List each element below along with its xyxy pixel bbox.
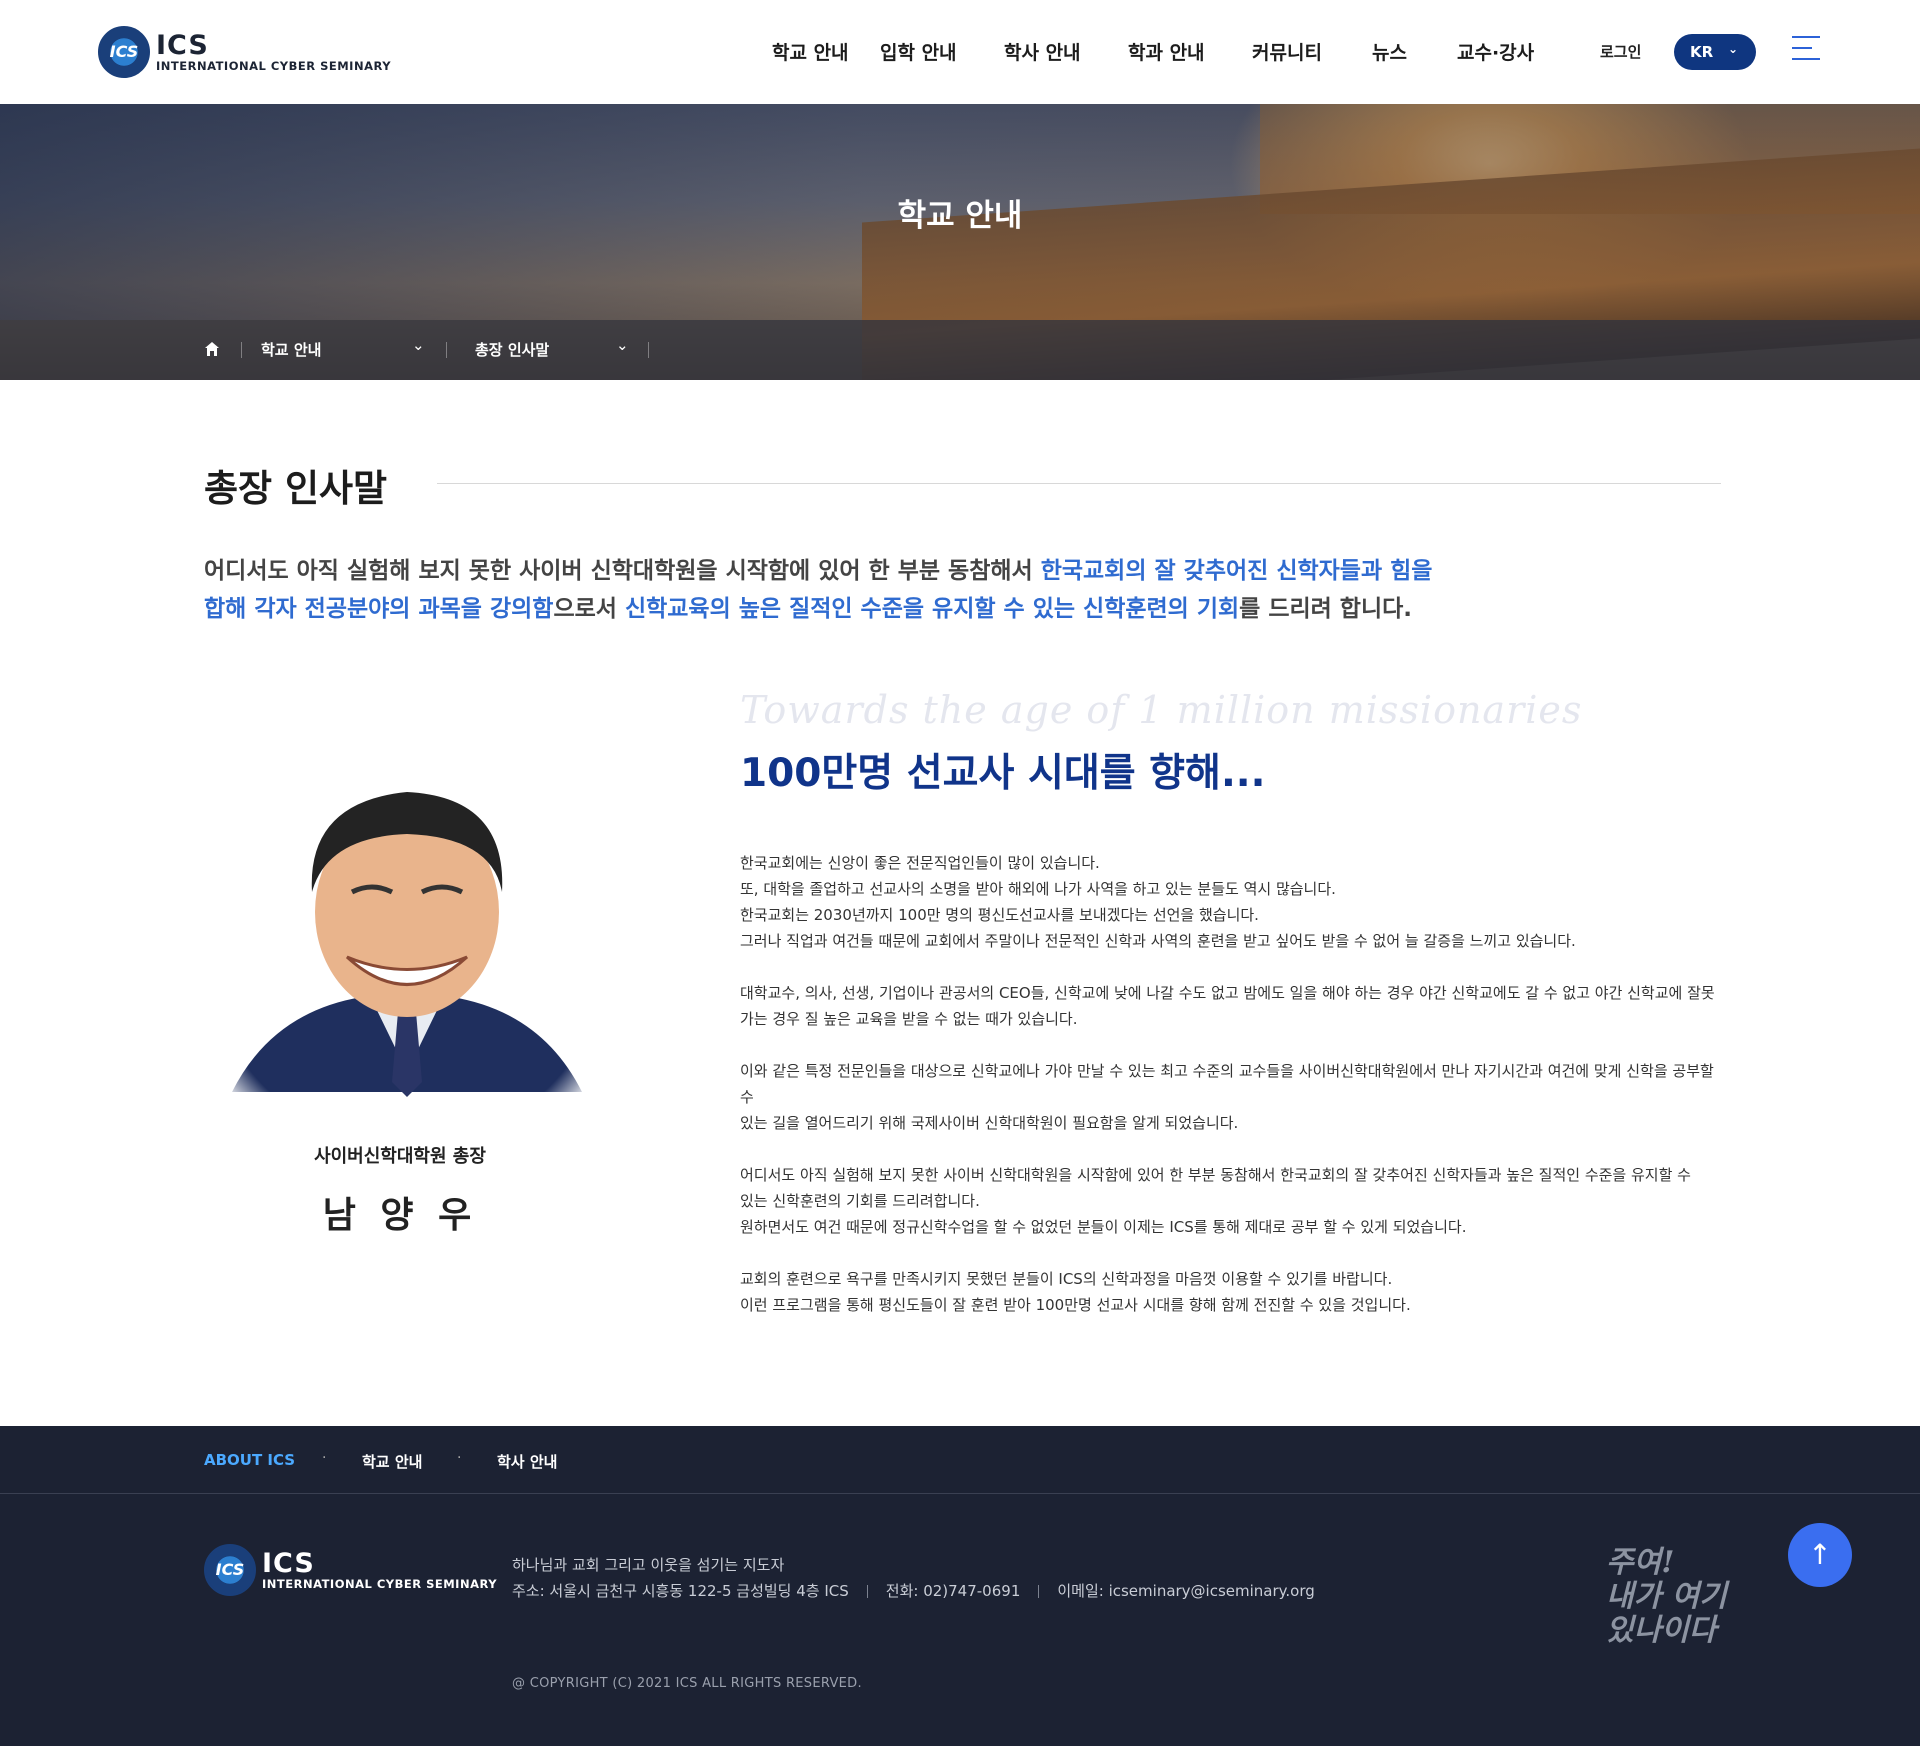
- logo-emblem: ICS: [204, 1544, 256, 1596]
- logo-subtitle: INTERNATIONAL CYBER SEMINARY: [156, 58, 392, 73]
- paragraph: 교회의 훈련으로 욕구를 만족시키지 못했던 분들이 ICS의 신학과정을 마음…: [740, 1270, 1411, 1314]
- site-logo[interactable]: ICS ICS INTERNATIONAL CYBER SEMINARY: [98, 26, 391, 78]
- footer-info: 하나님과 교회 그리고 이웃을 섬기는 지도자 주소: 서울시 금천구 시흥동 …: [512, 1552, 1315, 1604]
- chevron-down-icon: ⌄: [1727, 42, 1738, 56]
- paragraph: 이와 같은 특정 전문인들을 대상으로 신학교에나 가야 만날 수 있는 최고 …: [740, 1062, 1714, 1132]
- site-footer: ICS ICS INTERNATIONAL CYBER SEMINARY 하나님…: [0, 1494, 1920, 1746]
- breadcrumb: 학교 안내 ⌄ 총장 인사말 ⌄: [0, 320, 1920, 380]
- hamburger-menu-icon[interactable]: [1792, 36, 1820, 62]
- footer-nav-school-info[interactable]: 학교 안내: [362, 1451, 422, 1472]
- paragraph: 대학교수, 의사, 선생, 기업이나 관공서의 CEO들, 신학교에 낮에 나갈…: [740, 984, 1715, 1028]
- scroll-top-button[interactable]: ↑: [1788, 1523, 1852, 1587]
- footer-nav-academic[interactable]: 학사 안내: [497, 1451, 557, 1472]
- nav-departments[interactable]: 학과 안내: [1128, 38, 1205, 65]
- nav-school-info[interactable]: 학교 안내: [772, 38, 849, 65]
- home-icon[interactable]: [203, 340, 221, 358]
- message-body: 한국교회에는 신앙이 좋은 전문직업인들이 많이 있습니다. 또, 대학을 졸업…: [740, 850, 1720, 1344]
- site-header: ICS ICS INTERNATIONAL CYBER SEMINARY 학교 …: [0, 0, 1920, 104]
- title-divider: [437, 483, 1721, 484]
- arrow-up-icon: ↑: [1808, 1538, 1832, 1571]
- logo-title: ICS: [156, 29, 209, 61]
- paragraph: 한국교회에는 신앙이 좋은 전문직업인들이 많이 있습니다. 또, 대학을 졸업…: [740, 854, 1576, 950]
- logo-emblem: ICS: [98, 26, 150, 78]
- footer-email: 이메일: icseminary@icseminary.org: [1057, 1582, 1315, 1600]
- footer-nav: ABOUT ICS · 학교 안내 · 학사 안내: [0, 1426, 1920, 1494]
- hero-title: 학교 안내: [897, 198, 1023, 234]
- nav-academic[interactable]: 학사 안내: [1004, 38, 1081, 65]
- breadcrumb-level2[interactable]: 총장 인사말: [475, 339, 549, 360]
- footer-slogan: 주여! 내가 여기 있나이다: [1606, 1545, 1727, 1648]
- footer-phone: 전화: 02)747-0691: [885, 1582, 1021, 1600]
- chevron-down-icon[interactable]: ⌄: [412, 336, 425, 354]
- footer-nav-about[interactable]: ABOUT ICS: [204, 1451, 295, 1469]
- president-role: 사이버신학대학원 총장: [314, 1146, 486, 1167]
- hero-banner: 학교 안내 학교 안내 ⌄ 총장 인사말 ⌄: [0, 104, 1920, 380]
- breadcrumb-level1[interactable]: 학교 안내: [261, 339, 321, 360]
- footer-logo: ICS ICS INTERNATIONAL CYBER SEMINARY: [204, 1544, 497, 1596]
- page-title: 총장 인사말: [204, 467, 388, 510]
- president-portrait: [212, 742, 602, 1122]
- president-name: 남 양 우: [322, 1194, 478, 1236]
- nav-admission[interactable]: 입학 안내: [880, 38, 957, 65]
- intro-statement: 어디서도 아직 실험해 보지 못한 사이버 신학대학원을 시작함에 있어 한 부…: [204, 558, 1433, 622]
- footer-address: 주소: 서울시 금천구 시흥동 122-5 금성빌딩 4층 ICS: [512, 1582, 849, 1600]
- nav-community[interactable]: 커뮤니티: [1252, 38, 1322, 65]
- paragraph: 어디서도 아직 실험해 보지 못한 사이버 신학대학원을 시작함에 있어 한 부…: [740, 1166, 1691, 1236]
- message-headline: 100만명 선교사 시대를 향해...: [740, 751, 1266, 796]
- language-value: KR: [1690, 43, 1714, 61]
- nav-faculty[interactable]: 교수·강사: [1457, 38, 1534, 65]
- footer-tagline: 하나님과 교회 그리고 이웃을 섬기는 지도자: [512, 1556, 785, 1574]
- language-select[interactable]: KR ⌄: [1674, 34, 1756, 70]
- nav-news[interactable]: 뉴스: [1372, 38, 1407, 65]
- copyright: @ COPYRIGHT (C) 2021 ICS ALL RIGHTS RESE…: [512, 1676, 862, 1691]
- script-subtitle: Towards the age of 1 million missionarie…: [740, 688, 1583, 732]
- login-link[interactable]: 로그인: [1600, 41, 1641, 62]
- chevron-down-icon[interactable]: ⌄: [616, 336, 629, 354]
